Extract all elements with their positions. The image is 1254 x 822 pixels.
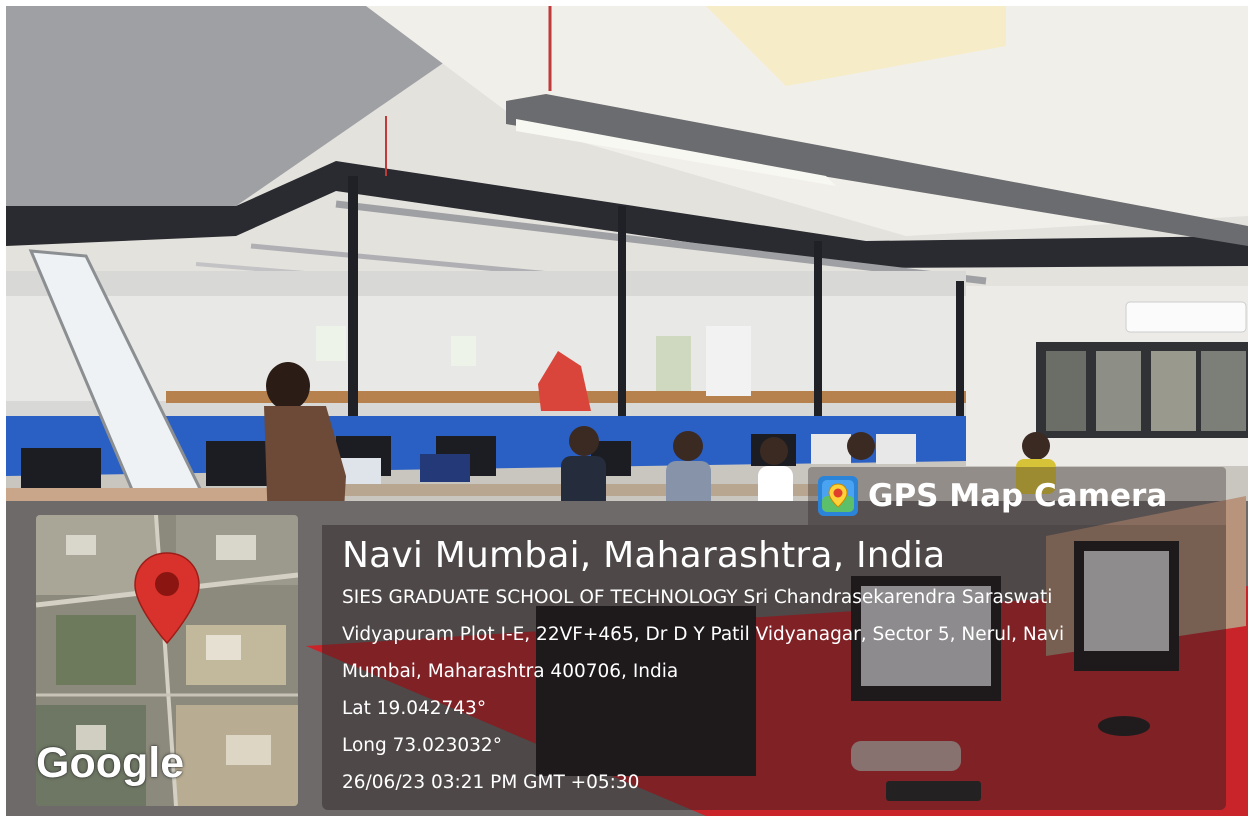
address-line-1: SIES GRADUATE SCHOOL OF TECHNOLOGY Sri C… (342, 587, 1053, 608)
address-line-2: Vidyapuram Plot I-E, 22VF+465, Dr D Y Pa… (342, 624, 1065, 645)
location-info-panel: Navi Mumbai, Maharashtra, India SIES GRA… (322, 525, 1226, 810)
gps-map-camera-badge: GPS Map Camera (808, 467, 1226, 525)
longitude-text: Long 73.023032° (342, 735, 502, 756)
app-watermark-label: GPS Map Camera (868, 478, 1168, 514)
location-marker-icon (132, 551, 202, 649)
timestamp-text: 26/06/23 03:21 PM GMT +05:30 (342, 772, 640, 793)
address-line-3: Mumbai, Maharashtra 400706, India (342, 661, 679, 682)
location-title: Navi Mumbai, Maharashtra, India (342, 535, 946, 576)
gps-map-pin-icon (818, 476, 858, 516)
google-logo: Google (36, 739, 185, 787)
classroom-photo: GPS Map Camera Navi Mumbai, Maharashtra,… (6, 6, 1248, 816)
latitude-text: Lat 19.042743° (342, 698, 487, 719)
